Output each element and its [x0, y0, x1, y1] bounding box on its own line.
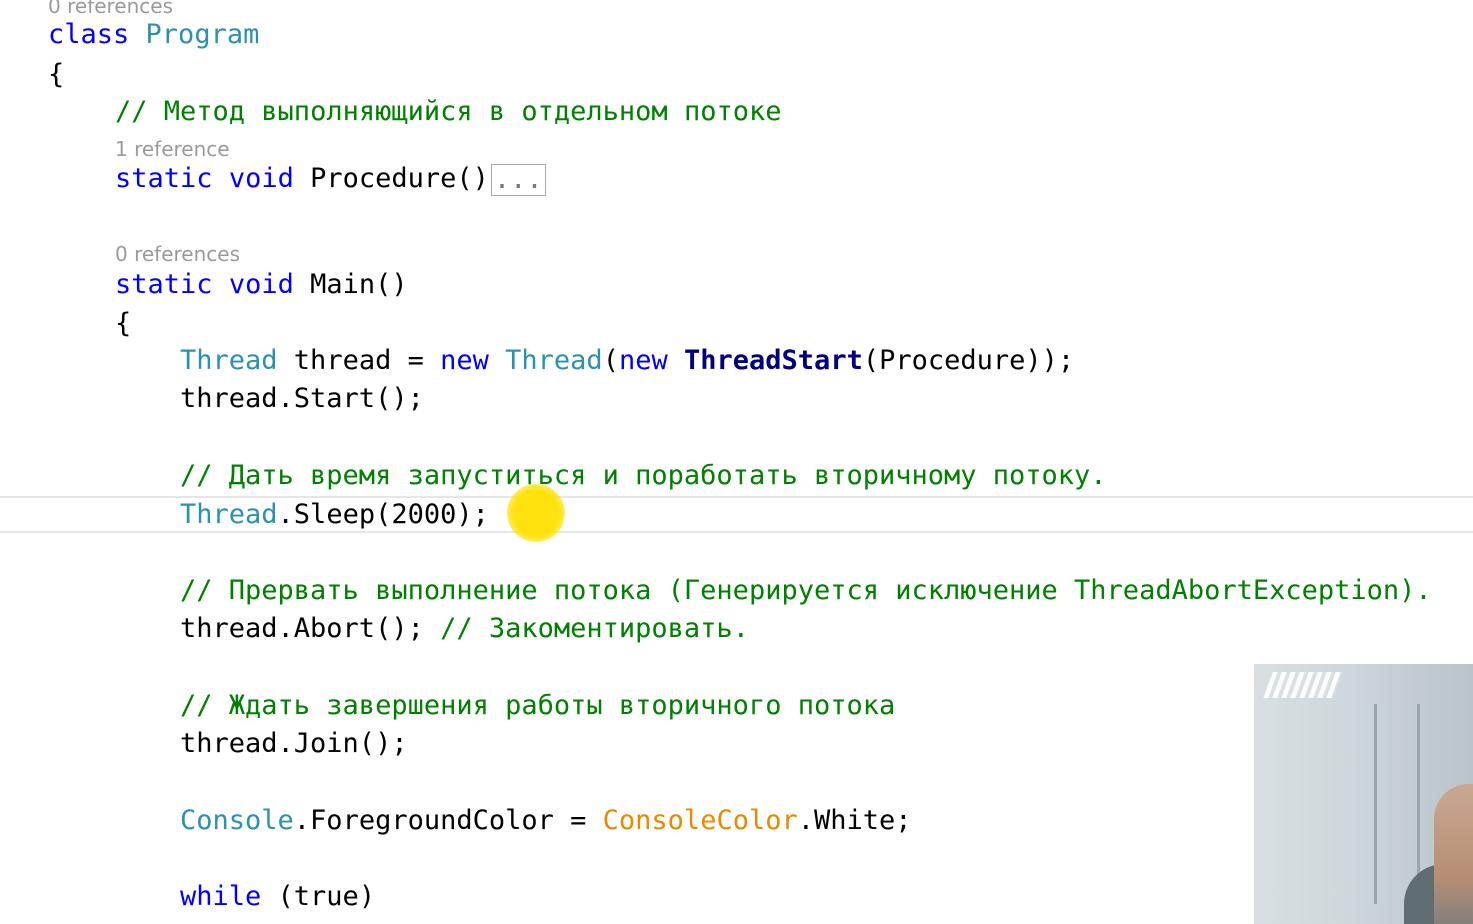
keyword-static: static [115, 269, 213, 300]
procedure-argument: (Procedure)); [862, 345, 1075, 376]
code-line-class-declaration: class Program [48, 17, 259, 53]
codelens-class-references[interactable]: 0 references [48, 0, 173, 18]
code-line-comment-join: // Ждать завершения работы вторичного по… [180, 688, 895, 724]
type-thread: Thread [180, 345, 278, 376]
thread-start-call: thread.Start(); [180, 383, 424, 414]
codelens-procedure-references[interactable]: 1 reference [115, 137, 230, 161]
code-line-console-color: Console.ForegroundColor = ConsoleColor.W… [180, 803, 912, 839]
class-name: Program [145, 19, 260, 50]
sleep-call: .Sleep(2000); [277, 499, 489, 530]
code-line-main-signature: static void Main() [115, 267, 408, 303]
code-line-main-open-brace: { [115, 306, 131, 342]
comment-sleep: // Дать время запуститься и поработать в… [180, 460, 1107, 491]
procedure-signature: Procedure() [310, 163, 489, 194]
mouse-cursor-highlight [507, 484, 565, 542]
abort-call: thread.Abort(); [180, 613, 441, 644]
code-line-thread-creation: Thread thread = new Thread(new ThreadSta… [180, 343, 1074, 379]
join-call: thread.Join(); [180, 728, 408, 759]
ceiling-light [1263, 672, 1343, 698]
comment-abort: // Прервать выполнение потока (Генерируе… [180, 575, 1432, 606]
code-line-comment-abort: // Прервать выполнение потока (Генерируе… [180, 573, 1432, 609]
open-brace: { [48, 59, 65, 90]
keyword-new-2: new [618, 345, 668, 376]
code-editor[interactable]: 0 references class Program { // Метод вы… [0, 0, 1473, 924]
type-consolecolor: ConsoleColor [602, 805, 798, 836]
codelens-main-references[interactable]: 0 references [115, 242, 240, 266]
comment-abort-inline: // Закоментировать. [440, 613, 749, 644]
code-line-open-brace: { [48, 57, 64, 93]
window-frame [1374, 704, 1420, 904]
presenter-head [1434, 784, 1473, 924]
foreground-color-property: .ForegroundColor = [293, 805, 603, 836]
collapsed-region-button[interactable]: ... [490, 163, 546, 196]
paren-open: ( [602, 345, 619, 376]
code-line-thread-join: thread.Join(); [180, 726, 408, 762]
code-line-while: while (true) [180, 879, 375, 915]
comment-method: // Метод выполняющийся в отдельном поток… [115, 96, 782, 127]
keyword-class: class [48, 19, 130, 50]
code-line-thread-abort: thread.Abort(); // Закоментировать. [180, 611, 749, 647]
keyword-void: void [228, 269, 294, 300]
keyword-while: while [180, 881, 262, 912]
keyword-void: void [228, 163, 294, 194]
type-thread-ctor: Thread [505, 345, 603, 376]
type-console: Console [180, 805, 294, 836]
code-line-comment-sleep: // Дать время запуститься и поработать в… [180, 458, 1107, 494]
main-open-brace: { [115, 308, 132, 339]
white-member: .White; [797, 805, 912, 836]
main-signature: Main() [310, 269, 408, 300]
keyword-static: static [115, 163, 213, 194]
type-threadstart: ThreadStart [684, 345, 863, 376]
code-line-thread-start: thread.Start(); [180, 381, 424, 417]
code-line-comment-method: // Метод выполняющийся в отдельном поток… [115, 94, 781, 130]
while-condition: (true) [261, 881, 376, 912]
comment-join: // Ждать завершения работы вторичного по… [180, 690, 896, 721]
webcam-overlay [1254, 664, 1473, 924]
code-line-procedure-signature: static void Procedure()... [115, 161, 546, 197]
thread-variable: thread = [277, 345, 441, 376]
code-line-thread-sleep: Thread.Sleep(2000); [180, 497, 489, 533]
type-thread-sleep: Thread [180, 499, 278, 530]
keyword-new: new [440, 345, 489, 376]
